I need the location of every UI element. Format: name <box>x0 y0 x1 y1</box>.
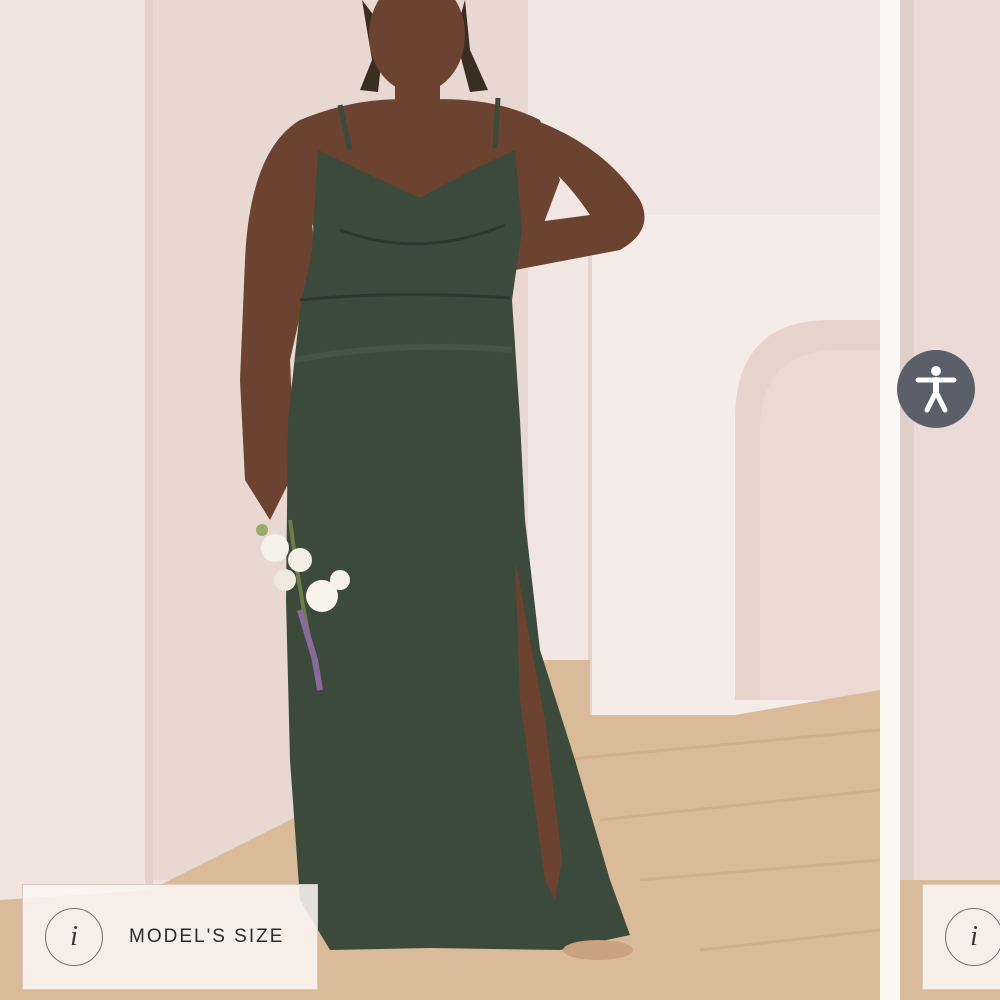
accessibility-button[interactable] <box>897 350 975 428</box>
next-models-size-button[interactable]: i <box>922 884 1000 990</box>
accessibility-person-icon <box>915 366 957 413</box>
info-icon: i <box>945 908 1000 966</box>
models-size-label: MODEL'S SIZE <box>129 926 285 947</box>
next-product-photo <box>900 0 1000 1000</box>
carousel-gap <box>880 0 900 1000</box>
next-product-image[interactable] <box>900 0 1000 1000</box>
product-photo <box>0 0 880 1000</box>
models-size-button[interactable]: i MODEL'S SIZE <box>22 884 318 990</box>
product-image[interactable] <box>0 0 880 1000</box>
info-icon: i <box>45 908 103 966</box>
